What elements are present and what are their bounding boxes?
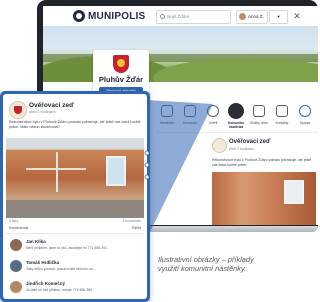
caption-line: využití komunitní nástěnky. — [158, 264, 247, 273]
post-text: Rekonstrukce bytu v Pluhově Žďáru pomalu… — [9, 120, 141, 129]
close-icon[interactable]: ✕ — [291, 10, 303, 22]
dot[interactable] — [144, 174, 150, 180]
coat-of-arms-icon — [113, 55, 129, 73]
nav-item-contacts[interactable]: Kontakty — [271, 102, 293, 132]
nav-item-services[interactable]: Služby obce — [248, 102, 270, 132]
caption-line: Ilustrativní obrázky – příklady — [158, 255, 254, 264]
image-window — [106, 156, 126, 186]
comment-text: Není problém, jsem tu rád, zavolejte mi … — [26, 246, 108, 250]
nav-item-admin[interactable]: Správa — [294, 102, 316, 132]
avatar — [239, 13, 246, 20]
avatar[interactable] — [10, 260, 22, 272]
person-icon — [228, 103, 244, 119]
user-menu-button[interactable]: Anna Z. ▾ — [236, 10, 268, 31]
avatar[interactable] — [10, 239, 22, 251]
image-floor — [6, 200, 144, 218]
cover-photo — [43, 26, 318, 82]
comment-item[interactable]: Jan Klika Není problém, jsem tu rád, zav… — [6, 236, 144, 257]
post-actions: Komentovat Sdílet — [9, 226, 141, 230]
avatar[interactable] — [212, 138, 227, 153]
search-input[interactable]: Najít Žďáre — [156, 10, 231, 24]
caption: Ilustrativní obrázky – příklady využití … — [158, 255, 314, 273]
carousel-dots — [144, 150, 150, 180]
post-image[interactable] — [6, 138, 144, 218]
services-icon — [253, 105, 265, 117]
phone-frame: Ověřovací zeď před 2 hodinami Rekonstruk… — [0, 91, 150, 302]
comments-count[interactable]: 4 komentáře — [123, 219, 141, 223]
comment-text: Taky můžu pomoci, pokud máte někoho na… — [26, 267, 97, 271]
image-window — [284, 180, 304, 204]
post-timestamp: před 2 hodinami — [229, 147, 255, 151]
nav-item-community-board[interactable]: Komunitní nástěnka — [225, 102, 247, 132]
municipality-name: Pluhův Žďár — [98, 75, 144, 84]
post-title[interactable]: Ověřovací zeď — [29, 102, 74, 109]
image-pipe — [56, 152, 58, 192]
post-image[interactable] — [212, 172, 316, 225]
brand-name[interactable]: MUNIPOLIS — [88, 11, 145, 22]
munipolis-logo-icon[interactable] — [73, 10, 85, 22]
comment-button[interactable]: Komentovat — [9, 226, 28, 230]
comment-item[interactable]: Jindřich Komečný Já také se rád přidám, … — [6, 278, 144, 299]
comment-author[interactable]: Tomáš Hrdlička — [26, 260, 59, 265]
comment-author[interactable]: Jindřich Komečný — [26, 281, 65, 286]
comment-text: Já také se rád přidám, volejte 774 556 3… — [26, 288, 93, 292]
app-header: MUNIPOLIS Najít Žďáre Anna Z. ▾ ▾ ✕ — [43, 6, 318, 31]
share-button[interactable]: Sdílet — [132, 226, 141, 230]
language-select[interactable]: ▾ — [269, 10, 288, 24]
avatar[interactable] — [10, 281, 22, 293]
language-label: ▾ — [277, 14, 280, 19]
divider — [6, 233, 144, 234]
post-title[interactable]: Ověřovací zeď — [229, 139, 270, 145]
dot[interactable] — [144, 162, 150, 168]
phone-icon — [276, 105, 288, 117]
likes-count[interactable]: 3 lajky — [9, 219, 18, 223]
comment-author[interactable]: Jan Klika — [26, 239, 46, 244]
search-icon — [160, 14, 165, 19]
nav-label: Správa — [299, 121, 311, 125]
avatar[interactable] — [9, 101, 27, 119]
post-text: Rekonstrukce bytu v Pluhově Žďáru pomalu… — [212, 158, 312, 167]
search-placeholder: Najít Žďáre — [167, 14, 190, 19]
zoom-connector — [147, 100, 213, 238]
post-stats: 3 lajky 4 komentáře — [9, 219, 141, 223]
phone-screen: Ověřovací zeď před 2 hodinami Rekonstruk… — [3, 94, 147, 299]
dot[interactable] — [144, 150, 150, 156]
comment-item[interactable]: Tomáš Hrdlička Taky můžu pomoci, pokud m… — [6, 257, 144, 278]
globe-icon — [299, 105, 311, 117]
post-timestamp: před 2 hodinami — [29, 110, 56, 114]
